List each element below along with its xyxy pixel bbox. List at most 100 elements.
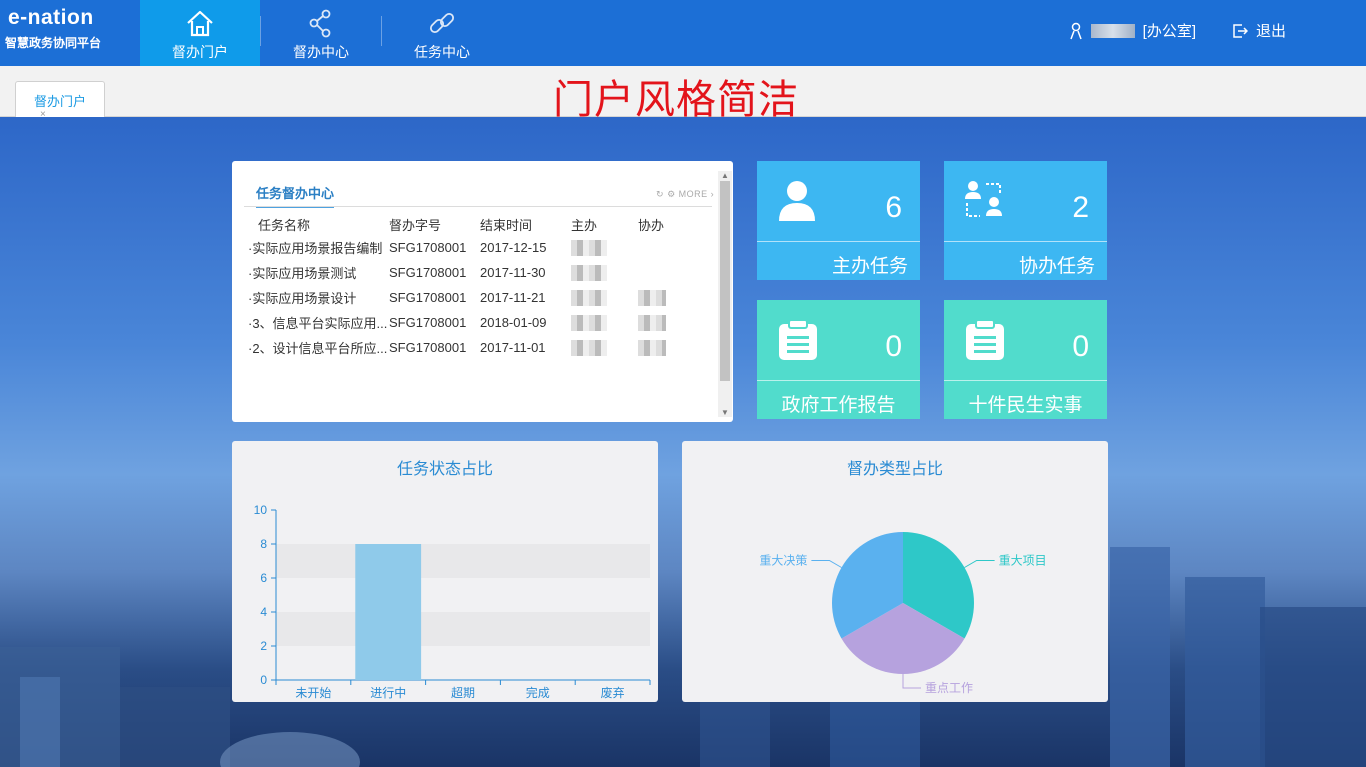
card-count: 2: [1072, 191, 1089, 224]
gear-icon: ⚙: [667, 189, 676, 199]
scroll-down-icon[interactable]: ▼: [721, 408, 729, 417]
scrollbar-thumb[interactable]: [720, 181, 730, 381]
column-header-assist: 协办: [638, 217, 665, 233]
task-name-cell: ·2、设计信息平台所应...: [248, 341, 388, 356]
card-host-tasks[interactable]: 6 主办任务: [757, 161, 920, 280]
main-nav: 督办门户 督办中心 任务中心: [140, 0, 502, 66]
current-user[interactable]: [办公室]: [1069, 20, 1196, 41]
task-host-cell: [571, 235, 638, 260]
clipboard-icon: [966, 319, 1004, 360]
task-name-cell: ·实际应用场景测试: [248, 266, 357, 281]
card-count: 0: [1072, 330, 1089, 363]
redacted-assist-name: [638, 289, 666, 306]
scroll-up-icon[interactable]: ▲: [721, 171, 729, 180]
bar[interactable]: [355, 544, 422, 680]
supervision-type-chart-panel: 督办类型占比 重大项目 重点工作 重大决策: [682, 441, 1108, 702]
logout-button[interactable]: 退出: [1232, 20, 1286, 41]
grid-band: [276, 612, 650, 646]
nav-item-portal[interactable]: 督办门户: [140, 0, 260, 66]
pie-label-line: [964, 560, 995, 568]
brand-logo[interactable]: e-nation 智慧政务协同平台: [0, 0, 140, 66]
pie-label-line: [902, 674, 921, 689]
column-header-code: 督办字号: [389, 217, 442, 233]
table-row[interactable]: ·实际应用场景设计 SFG1708001 2017-11-21: [244, 285, 688, 310]
x-tick-label: 进行中: [370, 685, 406, 700]
redacted-host-name: [571, 289, 607, 306]
tab-portal[interactable]: 督办门户 ×: [15, 81, 105, 120]
x-tick-label: 未开始: [295, 686, 331, 700]
logout-icon: [1233, 23, 1248, 38]
column-header-name: 任务名称: [258, 217, 311, 233]
task-status-bar-chart: 0 2 4 6 8 10 未开始 进行中 超期 完成 废弃: [254, 503, 651, 700]
panel-title-tab[interactable]: 任务督办中心: [256, 183, 335, 208]
user-department: [办公室]: [1142, 23, 1196, 40]
user-outline-icon: [1069, 22, 1082, 39]
nav-item-label: 任务中心: [414, 44, 470, 60]
y-tick-label: 2: [260, 639, 267, 653]
task-assist-cell: [638, 335, 688, 360]
grid-band: [276, 510, 650, 544]
more-label: MORE: [678, 189, 708, 199]
top-navigation-bar: e-nation 智慧政务协同平台 督办门户 督办中心 任务中心 [办公室] 退…: [0, 0, 1366, 66]
assist-users-icon: [965, 181, 1002, 217]
card-count: 6: [885, 191, 902, 224]
table-row[interactable]: ·实际应用场景测试 SFG1708001 2017-11-30: [244, 260, 688, 285]
redacted-host-name: [571, 314, 607, 331]
redacted-assist-name: [638, 339, 666, 356]
card-label: 协办任务: [944, 241, 1107, 280]
y-tick-label: 8: [260, 537, 267, 551]
redacted-host-name: [571, 264, 607, 281]
user-icon: [779, 181, 815, 221]
table-row[interactable]: ·3、信息平台实际应用... SFG1708001 2018-01-09: [244, 310, 688, 335]
nav-item-supervision-center[interactable]: 督办中心: [261, 0, 381, 66]
share-icon: [309, 9, 331, 38]
refresh-icon[interactable]: ↻: [656, 189, 664, 199]
task-status-chart-panel: 任务状态占比 0 2 4 6 8 10 未开始 进行中 超期 完成 废弃: [232, 441, 658, 702]
x-tick-label: 废弃: [601, 685, 625, 700]
redacted-assist-name: [638, 314, 666, 331]
task-end-time-cell: 2017-12-15: [480, 240, 547, 255]
clipboard-icon: [779, 319, 817, 360]
logout-label: 退出: [1255, 23, 1286, 40]
nav-item-label: 督办中心: [293, 44, 349, 60]
nav-item-label: 督办门户: [172, 44, 228, 60]
brand-subtitle: 智慧政务协同平台: [5, 36, 102, 50]
brand-title: e-nation: [8, 6, 94, 29]
x-tick-label: 超期: [451, 685, 475, 700]
y-tick-label: 6: [260, 571, 267, 585]
card-label: 政府工作报告: [757, 380, 920, 419]
more-link[interactable]: ↻ ⚙ MORE ›: [656, 189, 714, 200]
card-label: 十件民生实事: [944, 380, 1107, 419]
task-supervision-panel: 任务督办中心 ↻ ⚙ MORE › 任务名称 督办字号 结束时间 主办 协办 ·…: [232, 161, 733, 422]
task-table: 任务名称 督办字号 结束时间 主办 协办 ·实际应用场景报告编制 SFG17080…: [244, 213, 688, 360]
table-row[interactable]: ·实际应用场景报告编制 SFG1708001 2017-12-15: [244, 235, 688, 260]
task-host-cell: [571, 310, 638, 335]
y-tick-label: 0: [260, 673, 267, 687]
task-host-cell: [571, 285, 638, 310]
pie-slice-label: 重点工作: [925, 681, 973, 695]
y-tick-label: 4: [260, 605, 267, 619]
task-code-cell: SFG1708001: [389, 265, 467, 280]
task-name-cell: ·实际应用场景设计: [248, 291, 357, 306]
vertical-scrollbar[interactable]: ▲ ▼: [718, 171, 732, 417]
chevron-right-icon: ›: [710, 189, 715, 199]
task-code-cell: SFG1708001: [389, 315, 467, 330]
tab-label: 督办门户: [33, 94, 86, 109]
panel-title-divider: [244, 206, 712, 207]
task-code-cell: SFG1708001: [389, 340, 467, 355]
task-host-cell: [571, 335, 638, 360]
pie-slice-label: 重大项目: [999, 554, 1047, 568]
task-code-cell: SFG1708001: [389, 240, 467, 255]
column-header-host: 主办: [571, 217, 598, 233]
task-code-cell: SFG1708001: [389, 290, 467, 305]
grid-band: [276, 578, 650, 612]
card-assist-tasks[interactable]: 2 协办任务: [944, 161, 1107, 280]
task-end-time-cell: 2017-11-30: [480, 265, 546, 280]
supervision-type-pie-chart: 重大项目重点工作 重大决策: [759, 532, 1047, 695]
table-row[interactable]: ·2、设计信息平台所应... SFG1708001 2017-11-01: [244, 335, 688, 360]
card-livelihood-projects[interactable]: 0 十件民生实事: [944, 300, 1107, 419]
nav-item-task-center[interactable]: 任务中心: [382, 0, 502, 66]
pie-slice-label: 重大决策: [759, 554, 807, 568]
card-government-report[interactable]: 0 政府工作报告: [757, 300, 920, 419]
task-end-time-cell: 2017-11-01: [480, 340, 546, 355]
